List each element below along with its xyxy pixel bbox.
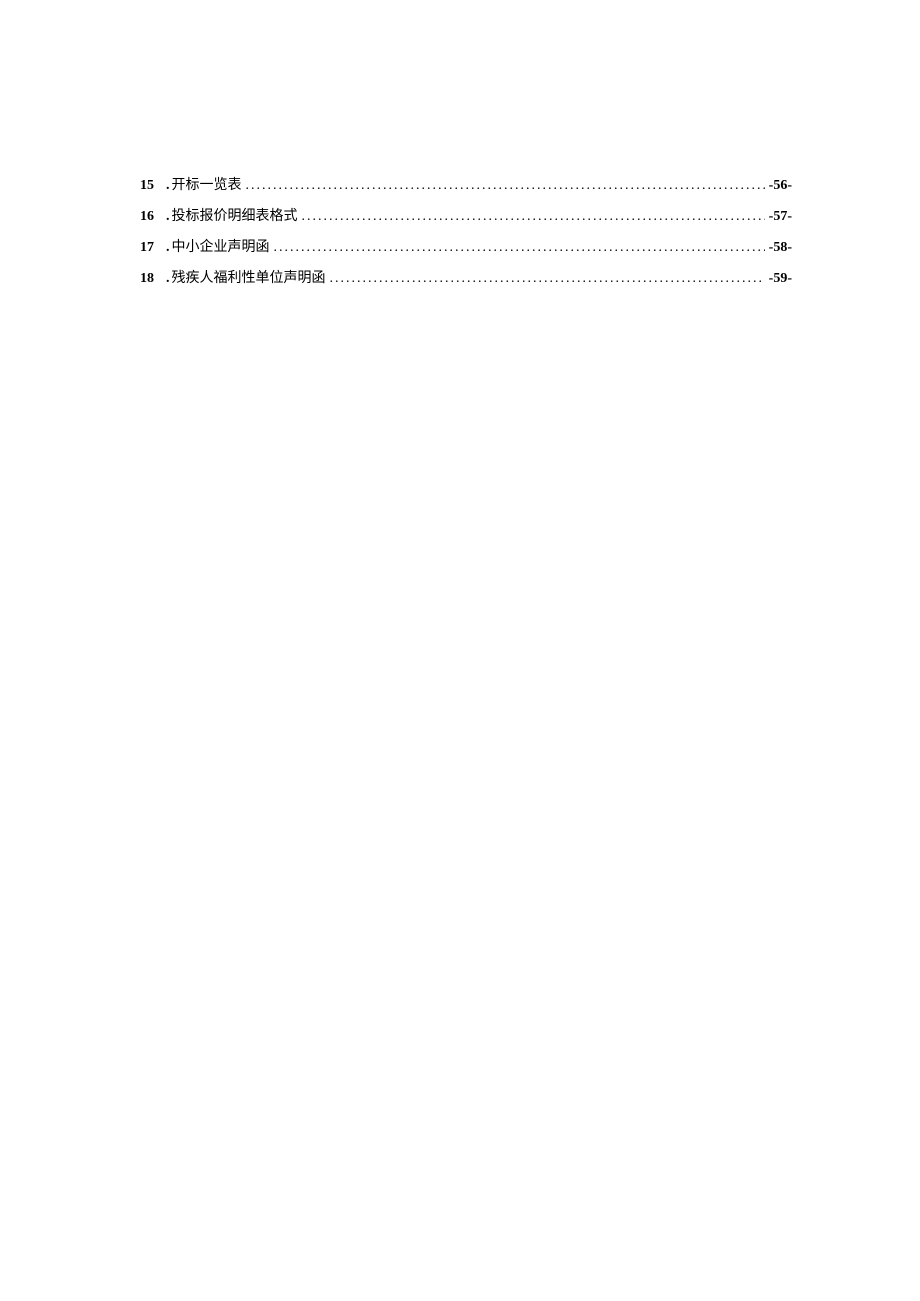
toc-prefix: . xyxy=(166,206,170,227)
toc-leader-dots xyxy=(302,206,765,227)
toc-number: 15 xyxy=(140,175,158,196)
toc-entry: 17 . 中小企业声明函 -58- xyxy=(140,237,792,258)
document-page: 15 . 开标一览表 -56- 16 . 投标报价明细表格式 -57- 17 .… xyxy=(0,0,920,289)
toc-page-number: -58- xyxy=(769,237,792,258)
toc-page-number: -56- xyxy=(769,175,792,196)
toc-page-number: -59- xyxy=(769,268,792,289)
toc-leader-dots xyxy=(246,175,765,196)
toc-number: 18 xyxy=(140,268,158,289)
toc-prefix: . xyxy=(166,237,170,258)
toc-number: 17 xyxy=(140,237,158,258)
toc-leader-dots xyxy=(330,268,765,289)
toc-prefix: . xyxy=(166,268,170,289)
toc-title: 中小企业声明函 xyxy=(172,237,270,258)
toc-entry: 15 . 开标一览表 -56- xyxy=(140,175,792,196)
toc-title: 投标报价明细表格式 xyxy=(172,206,298,227)
toc-entry: 18 . 残疾人福利性单位声明函 -59- xyxy=(140,268,792,289)
toc-title: 残疾人福利性单位声明函 xyxy=(172,268,326,289)
toc-prefix: . xyxy=(166,175,170,196)
toc-number: 16 xyxy=(140,206,158,227)
toc-leader-dots xyxy=(274,237,765,258)
toc-entry: 16 . 投标报价明细表格式 -57- xyxy=(140,206,792,227)
toc-page-number: -57- xyxy=(769,206,792,227)
toc-title: 开标一览表 xyxy=(172,175,242,196)
